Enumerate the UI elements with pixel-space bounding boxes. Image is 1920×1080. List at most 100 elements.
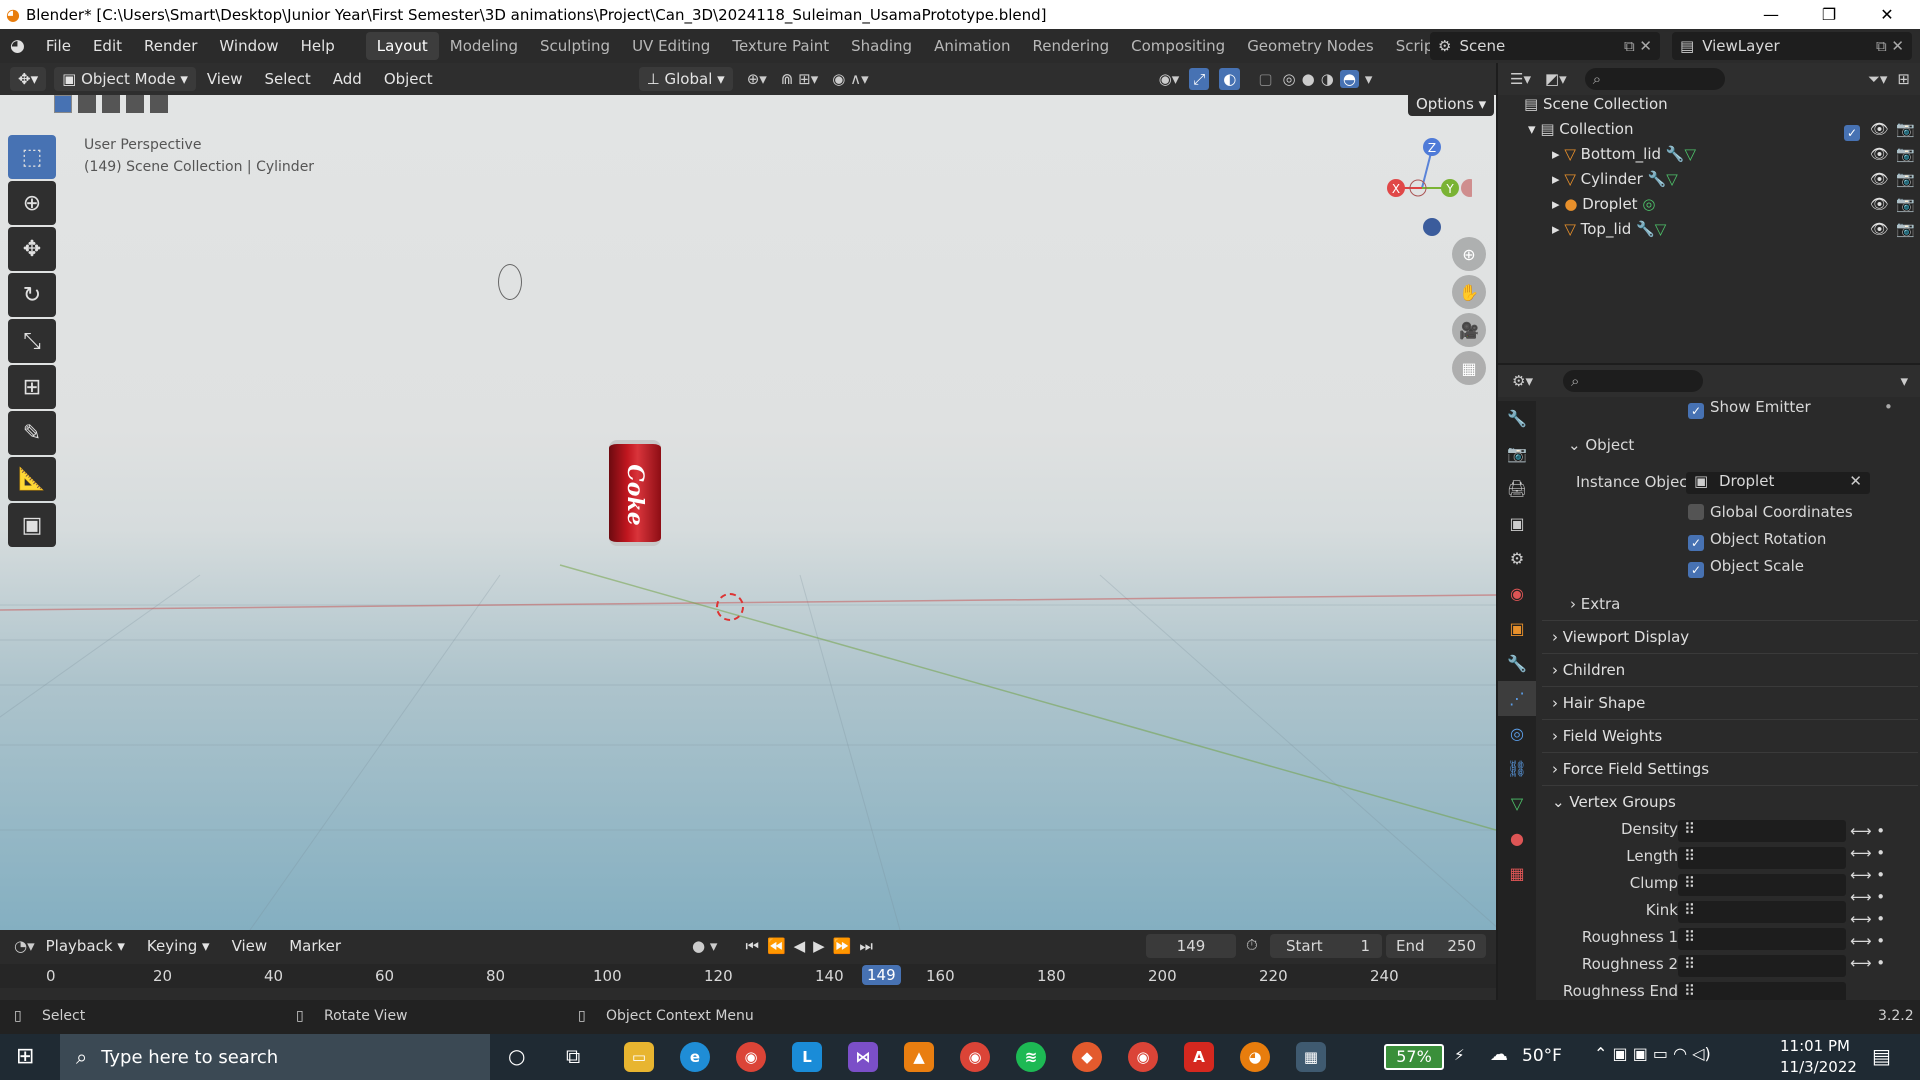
vg-kink-field[interactable]: ⠿ xyxy=(1678,901,1846,923)
outliner-collection[interactable]: ▾ ▤ Collection ✓ 👁 📷 xyxy=(1498,120,1920,145)
panel-options-icon[interactable]: ▾ xyxy=(1900,372,1908,390)
tab-texture-paint[interactable]: Texture Paint xyxy=(721,32,840,60)
app-icon[interactable]: ◆ xyxy=(1072,1042,1102,1072)
acrobat-icon[interactable]: A xyxy=(1184,1042,1214,1072)
timeline-playback-menu[interactable]: Playback ▾ xyxy=(35,937,136,955)
visibility-icon[interactable]: ◉▾ xyxy=(1159,70,1180,88)
panel-field-weights[interactable]: › Field Weights xyxy=(1542,719,1918,749)
shading-material-icon[interactable]: ◑ xyxy=(1321,70,1334,88)
scene-selector[interactable]: ⚙ Scene ⧉ ✕ xyxy=(1430,32,1660,60)
maximize-button[interactable]: ❐ xyxy=(1800,0,1858,29)
render-camera-icon[interactable]: 📷 xyxy=(1896,120,1915,138)
playback-controls[interactable]: ⏮⏪◀▶⏩⏭ xyxy=(745,937,880,955)
calculator-icon[interactable]: ▦ xyxy=(1296,1042,1326,1072)
exclude-checkbox[interactable]: ✓ xyxy=(1844,120,1866,141)
modifier-tab-icon[interactable]: 🔧 xyxy=(1498,646,1536,681)
playhead-frame[interactable]: 149 xyxy=(862,965,901,985)
editor-type-icon[interactable]: ✥▾ xyxy=(10,67,47,91)
navigation-gizmo[interactable]: Z X Y xyxy=(1386,135,1472,239)
blender-taskbar-icon[interactable]: ◕ xyxy=(1240,1042,1270,1072)
windows-start-icon[interactable]: ⊞ xyxy=(16,1044,34,1069)
show-emitter-checkbox[interactable]: ✓ xyxy=(1688,403,1704,419)
menu-help[interactable]: Help xyxy=(290,37,346,55)
global-coordinates-row[interactable]: Global Coordinates xyxy=(1688,503,1853,521)
visibility-eye-icon[interactable]: 👁 xyxy=(1870,170,1889,188)
menu-window[interactable]: Window xyxy=(208,37,289,55)
vp-menu-object[interactable]: Object xyxy=(373,70,444,88)
zoom-icon[interactable]: ⊕ xyxy=(1452,237,1486,271)
panel-children[interactable]: › Children xyxy=(1542,653,1918,683)
shading-wireframe-icon[interactable]: ◎ xyxy=(1283,70,1296,88)
global-coordinates-checkbox[interactable] xyxy=(1688,504,1704,520)
viewlayer-selector[interactable]: ▤ ViewLayer ⧉ ✕ xyxy=(1672,32,1912,60)
droplet-object[interactable] xyxy=(498,264,522,300)
data-tab-icon[interactable]: ▽ xyxy=(1498,786,1536,821)
vp-menu-add[interactable]: Add xyxy=(322,70,373,88)
tab-modeling[interactable]: Modeling xyxy=(439,32,529,60)
visibility-eye-icon[interactable]: 👁 xyxy=(1870,145,1889,163)
shading-solid-icon[interactable]: ● xyxy=(1302,70,1315,88)
panel-vertex-groups[interactable]: ⌄ Vertex Groups xyxy=(1542,785,1918,815)
instance-object-field[interactable]: ▣ Droplet ✕ xyxy=(1686,472,1870,494)
outliner-item-droplet[interactable]: ▸ ● Droplet ◎ 👁 📷 xyxy=(1498,195,1920,220)
tab-shading[interactable]: Shading xyxy=(840,32,923,60)
object-panel-header[interactable]: ⌄ Object xyxy=(1568,436,1634,454)
tab-sculpting[interactable]: Sculpting xyxy=(529,32,621,60)
orientation-dropdown[interactable]: ⊥ Global ▾ xyxy=(638,67,733,91)
xray-icon[interactable]: ▢ xyxy=(1258,70,1272,88)
proportional-edit-icon[interactable]: ◉ ∧▾ xyxy=(832,70,868,88)
extra-subpanel-header[interactable]: › Extra xyxy=(1570,595,1620,613)
outliner-item-cylinder[interactable]: ▸ ▽ Cylinder 🔧▽ 👁 📷 xyxy=(1498,170,1920,195)
record-icon[interactable]: ● ▾ xyxy=(692,937,717,955)
timeline-ruler[interactable]: 0 20 40 60 80 100 120 140 160 180 200 22… xyxy=(0,964,1496,988)
chrome-profile-icon[interactable]: ◉ xyxy=(960,1042,990,1072)
object-rotation-row[interactable]: ✓ Object Rotation xyxy=(1688,530,1826,551)
object-scale-row[interactable]: ✓ Object Scale xyxy=(1688,557,1804,578)
pivot-icon[interactable]: ⊕▾ xyxy=(747,70,767,88)
tool-tab-icon[interactable]: 🔧 xyxy=(1498,401,1536,436)
blender-menu-icon[interactable]: ◕ xyxy=(0,36,35,56)
vg-length-field[interactable]: ⠿ xyxy=(1678,847,1846,869)
coke-can-object[interactable]: Coke xyxy=(609,440,661,546)
keyframe-dot-icon[interactable]: • xyxy=(1884,398,1893,416)
outliner-search-input[interactable]: ⌕ xyxy=(1584,68,1725,90)
pan-hand-icon[interactable]: ✋ xyxy=(1452,275,1486,309)
display-mode-icon[interactable]: ◩▾ xyxy=(1545,70,1567,88)
3d-viewport[interactable]: Options ▾ ⬚ ⊕ ✥ ↻ ⤡ ⊞ ✎ 📐 ▣ User Perspec… xyxy=(0,95,1496,930)
minimize-button[interactable]: — xyxy=(1742,0,1800,29)
vg-roughness-1-field[interactable]: ⠿ xyxy=(1678,928,1846,950)
visual-studio-icon[interactable]: ⋈ xyxy=(848,1042,878,1072)
vg-roughness-2-field[interactable]: ⠿ xyxy=(1678,955,1846,977)
notification-icon[interactable]: ▤ xyxy=(1872,1044,1891,1068)
properties-editor-icon[interactable]: ⚙▾ xyxy=(1512,372,1533,390)
menu-file[interactable]: File xyxy=(35,37,82,55)
overlay-toggle-icon[interactable]: ◐ xyxy=(1219,68,1241,90)
tab-rendering[interactable]: Rendering xyxy=(1022,32,1121,60)
panel-force-field-settings[interactable]: › Force Field Settings xyxy=(1542,752,1918,782)
mode-dropdown[interactable]: ▣ Object Mode ▾ xyxy=(54,67,196,91)
constraints-tab-icon[interactable]: ⛓ xyxy=(1498,751,1536,786)
texture-tab-icon[interactable]: ▦ xyxy=(1498,856,1536,891)
end-frame-field[interactable]: End 250 xyxy=(1386,934,1486,958)
outliner-scene-collection[interactable]: ▤ Scene Collection xyxy=(1498,95,1920,120)
tab-geometry-nodes[interactable]: Geometry Nodes xyxy=(1236,32,1385,60)
current-frame-field[interactable]: 149 xyxy=(1146,934,1236,958)
tab-layout[interactable]: Layout xyxy=(365,32,439,60)
chrome-icon[interactable]: ◉ xyxy=(736,1042,766,1072)
file-explorer-icon[interactable]: ▭ xyxy=(624,1042,654,1072)
shading-options-icon[interactable]: ▾ xyxy=(1365,70,1373,88)
scene-tab-icon[interactable]: ⚙ xyxy=(1498,541,1536,576)
chrome-icon-2[interactable]: ◉ xyxy=(1128,1042,1158,1072)
new-scene-icon[interactable]: ⧉ ✕ xyxy=(1624,37,1652,55)
visibility-eye-icon[interactable]: 👁 xyxy=(1870,195,1889,213)
timeline-view-menu[interactable]: View xyxy=(221,937,279,955)
spotify-icon[interactable]: ≋ xyxy=(1016,1042,1046,1072)
tab-uv-editing[interactable]: UV Editing xyxy=(621,32,721,60)
l-app-icon[interactable]: L xyxy=(792,1042,822,1072)
outliner-item-top-lid[interactable]: ▸ ▽ Top_lid 🔧▽ 👁 📷 xyxy=(1498,220,1920,245)
tab-animation[interactable]: Animation xyxy=(923,32,1021,60)
weather-temp[interactable]: 50°F xyxy=(1522,1046,1562,1066)
panel-hair-shape[interactable]: › Hair Shape xyxy=(1542,686,1918,716)
close-button[interactable]: ✕ xyxy=(1858,0,1916,29)
output-tab-icon[interactable]: 🖨 xyxy=(1498,471,1536,506)
